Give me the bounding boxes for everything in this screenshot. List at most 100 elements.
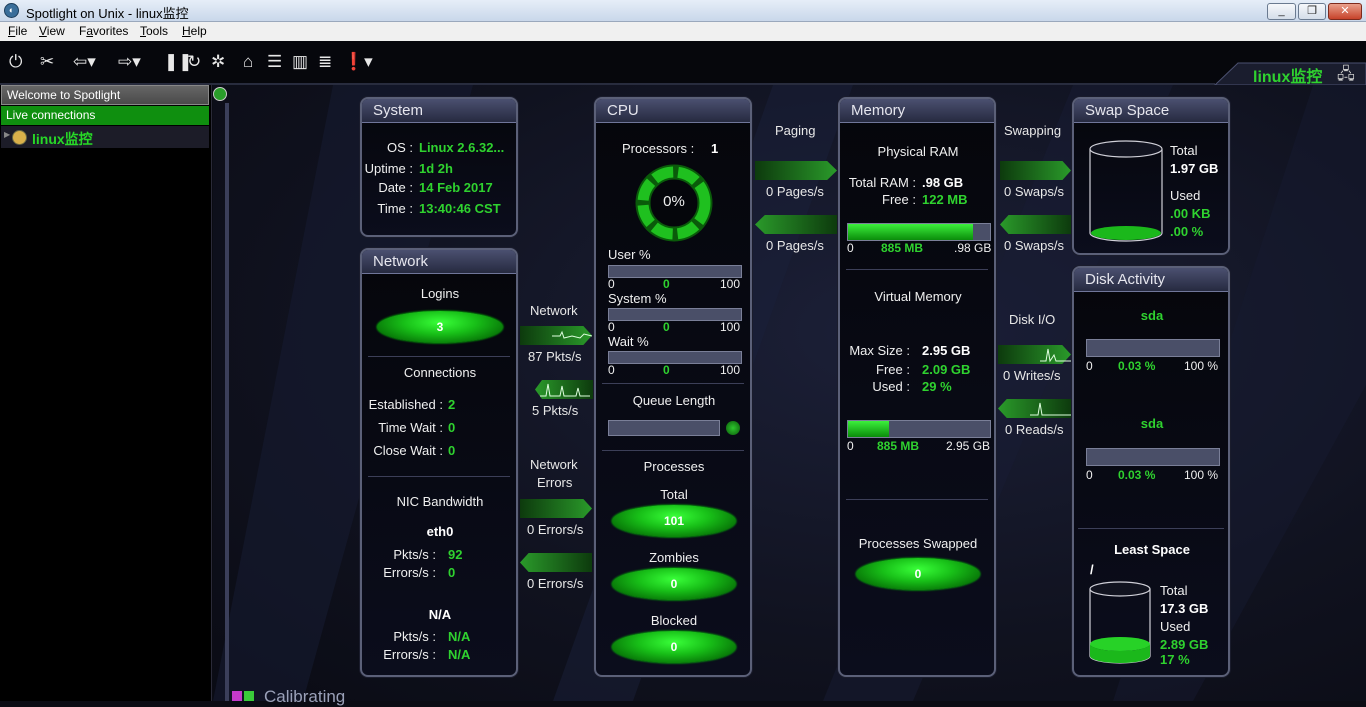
processes-label: Processes [643,459,705,474]
virtual-free-value: 2.09 GB [922,362,971,377]
close-button[interactable]: ✕ [1328,3,1362,20]
least-space-used-value: 2.89 GB [1160,637,1209,652]
network-panel[interactable]: Network Logins 3 Connections Established… [360,248,518,677]
user-percent-max: 100 [720,277,741,291]
least-space-total-value: 17.3 GB [1160,601,1209,616]
status-indicator-2-icon [244,691,254,701]
connection-node[interactable]: ▶ linux监控 [1,126,209,148]
nic2-pkts-value: N/A [448,629,471,644]
status-indicator-icon [232,691,242,701]
virtual-memory-min: 0 [847,439,854,453]
disk1-activity-bar[interactable] [1086,339,1220,357]
connections-pane: Welcome to Spotlight Live connections ▶ … [0,85,212,701]
logins-value[interactable]: 3 [377,311,503,343]
wait-percent-label: Wait % [608,334,649,349]
processes-swapped-value[interactable]: 0 [856,558,980,590]
cpu-separator-1 [602,383,744,384]
physical-ram-bar-fill [848,224,973,240]
queue-length-indicator [726,421,740,435]
status-text: Calibrating [264,687,346,706]
welcome-item[interactable]: Welcome to Spotlight [1,85,209,105]
virtual-used-label: Used : [872,379,910,394]
network-errors-in-connector[interactable] [520,499,592,518]
expand-arrow-icon[interactable]: ▶ [4,130,10,139]
nic2-errors-value: N/A [448,647,471,662]
menu-view[interactable]: View [39,24,65,38]
nic-bandwidth-label: NIC Bandwidth [396,494,484,509]
network-separator-2 [368,476,510,477]
virtual-memory-max: 2.95 GB [946,439,991,453]
virtual-memory-bar[interactable] [847,420,991,438]
user-percent-value: 0 [663,277,670,291]
virtual-memory-used: 885 MB [877,439,920,453]
swap-total-label: Total [1170,143,1198,158]
virtual-memory-label: Virtual Memory [874,289,962,304]
physical-ram-bar[interactable] [847,223,991,241]
refresh-icon[interactable]: ↻ [187,53,201,71]
os-value: Linux 2.6.32... [419,140,505,155]
total-processes-value[interactable]: 101 [612,505,736,537]
menu-favorites[interactable]: Favorites [79,24,128,38]
total-processes-label: Total [660,487,688,502]
maximize-button[interactable]: ❐ [1298,3,1326,20]
disk-activity-panel[interactable]: Disk Activity sda 0 0.03 % 100 % sda 0 0… [1072,266,1230,677]
alarm-icon[interactable]: ❗▾ [343,53,373,71]
wait-percent-max: 100 [720,363,741,377]
blocked-value[interactable]: 0 [612,631,736,663]
system-panel-title: System [362,99,516,123]
physical-ram-max: .98 GB [954,241,992,255]
disconnect-icon[interactable]: ✂ [40,53,54,71]
free-ram-value: 122 MB [922,192,968,207]
chart-icon[interactable]: ▥ [292,53,308,71]
window-title: Spotlight on Unix - linux监控 [26,6,189,21]
queue-length-bar[interactable] [608,420,720,436]
connect-icon[interactable]: ⏻ [9,53,22,71]
toolbar: ⏻ ✂ ⇦▾ ⇨▾ ❚❚ ↻ ✲ ⌂ ☰ ▥ ≣ ❗▾ linux监控 🖧 [0,41,1366,86]
minimize-button[interactable]: _ [1267,3,1296,20]
disk-reads-sparkline [1030,402,1071,416]
tools-icon[interactable]: ✲ [211,53,225,71]
menu-tools[interactable]: Tools [140,24,168,38]
disk1-value: 0.03 % [1118,359,1156,373]
system-panel[interactable]: System OS : Linux 2.6.32... Uptime : 1d … [360,97,518,237]
disk-reads-rate: 0 Reads/s [1005,422,1064,437]
paging-in-rate: 0 Pages/s [766,184,824,199]
menu-bar: File View Favorites Tools Help [0,22,1366,41]
database-icon[interactable]: ≣ [318,53,332,71]
system-percent-label: System % [608,291,667,306]
back-icon[interactable]: ⇦▾ [73,53,96,71]
swapping-in-rate: 0 Swaps/s [1004,184,1064,199]
dashboard-status-icon[interactable] [213,87,227,101]
nic2-name: N/A [428,607,452,622]
date-value: 14 Feb 2017 [419,180,493,195]
list-icon[interactable]: ☰ [267,53,282,71]
home-icon[interactable]: ⌂ [243,53,253,71]
uptime-label: Uptime : [364,161,413,176]
live-connections-header[interactable]: Live connections [1,106,209,125]
menu-file[interactable]: File [8,24,27,38]
swap-space-panel[interactable]: Swap Space Total 1.97 GB Used .00 KB .00… [1072,97,1230,255]
disk1-min: 0 [1086,359,1093,373]
processes-swapped-label: Processes Swapped [858,536,978,551]
nic1-pkts-value: 92 [448,547,463,562]
wait-percent-value: 0 [663,363,670,377]
network-out-sparkline [540,383,590,397]
menu-help[interactable]: Help [182,24,207,38]
forward-icon[interactable]: ⇨▾ [118,53,141,71]
time-label: Time : [377,201,413,216]
memory-panel[interactable]: Memory Physical RAM Total RAM : .98 GB F… [838,97,996,677]
swapping-out-connector[interactable] [1000,215,1071,234]
paging-out-connector[interactable] [755,215,837,234]
swapping-label: Swapping [1004,123,1062,138]
title-bar: ◐ Spotlight on Unix - linux监控 _ ❐ ✕ [0,0,1366,22]
network-errors-out-connector[interactable] [520,553,592,572]
wait-percent-min: 0 [608,363,615,377]
zombies-value[interactable]: 0 [612,568,736,600]
disk2-activity-bar[interactable] [1086,448,1220,466]
network-errors-in-rate: 0 Errors/s [527,522,584,537]
blocked-label: Blocked [650,613,698,628]
zombies-label: Zombies [649,550,699,565]
paging-in-connector[interactable] [755,161,837,180]
swapping-in-connector[interactable] [1000,161,1071,180]
cpu-panel[interactable]: CPU Processors : 1 0% User % 0 0 100 Sys… [594,97,752,677]
